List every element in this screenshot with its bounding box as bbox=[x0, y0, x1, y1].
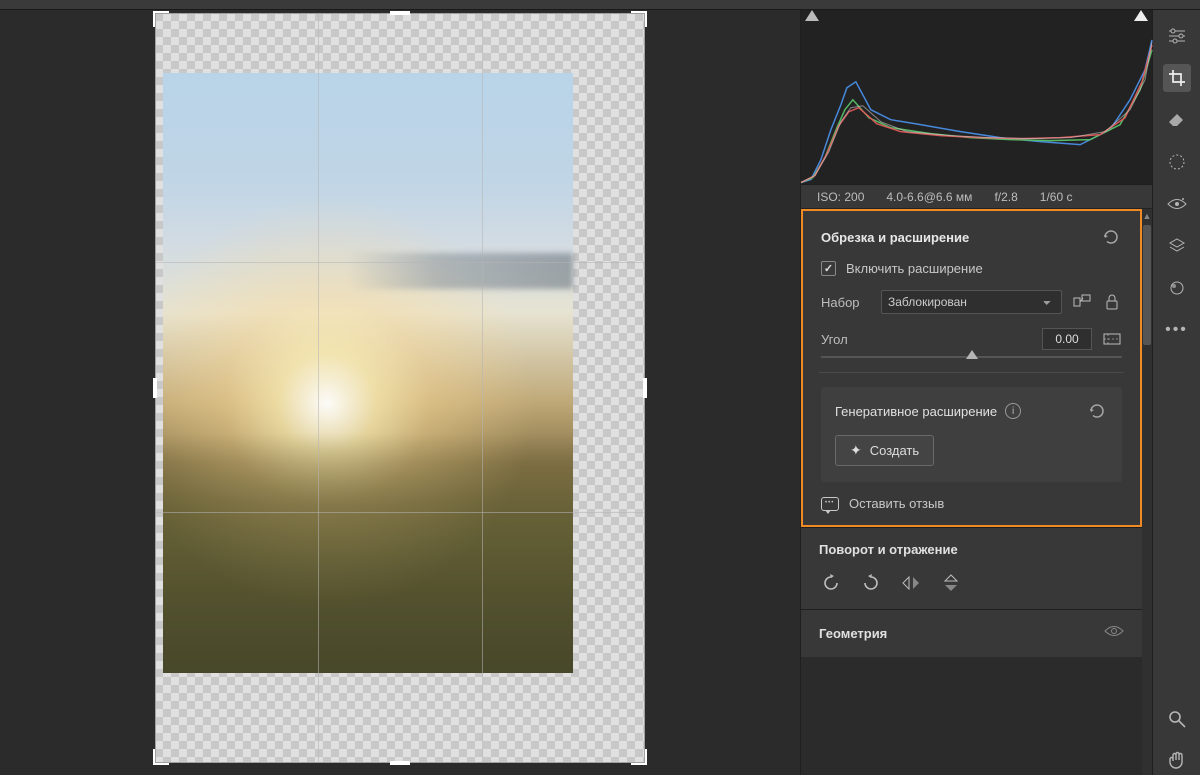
eraser-icon[interactable] bbox=[1163, 106, 1191, 134]
reset-generative-icon[interactable] bbox=[1088, 401, 1108, 421]
geometry-panel-title: Геометрия bbox=[819, 626, 887, 641]
crop-handle-bottom[interactable] bbox=[390, 761, 410, 765]
tool-column: ••• bbox=[1152, 10, 1200, 775]
crop-tool-icon[interactable] bbox=[1163, 64, 1191, 92]
sliders-icon[interactable] bbox=[1163, 22, 1191, 50]
feedback-link[interactable]: ••• Оставить отзыв bbox=[821, 496, 1122, 511]
scrollbar-track[interactable]: ▲ bbox=[1142, 209, 1152, 775]
angle-label: Угол bbox=[821, 332, 871, 347]
red-eye-icon[interactable] bbox=[1163, 190, 1191, 218]
scrollbar-thumb[interactable] bbox=[1143, 225, 1151, 345]
reset-crop-icon[interactable] bbox=[1102, 227, 1122, 247]
exif-shutter: 1/60 c bbox=[1040, 190, 1073, 204]
geometry-panel[interactable]: Геометрия bbox=[801, 609, 1142, 657]
panel-column: ISO: 200 4.0-6.6@6.6 мм f/2.8 1/60 c ▲ О… bbox=[800, 10, 1152, 775]
main: ISO: 200 4.0-6.6@6.6 мм f/2.8 1/60 c ▲ О… bbox=[0, 10, 1200, 775]
generate-button-label: Создать bbox=[870, 443, 919, 458]
angle-slider[interactable] bbox=[821, 350, 1122, 364]
histogram[interactable] bbox=[801, 10, 1152, 185]
straighten-icon[interactable] bbox=[1102, 329, 1122, 349]
crop-handle-left[interactable] bbox=[153, 378, 157, 398]
enable-expand-checkbox[interactable] bbox=[821, 261, 836, 276]
rotate-panel-title: Поворот и отражение bbox=[819, 542, 958, 557]
more-icon[interactable]: ••• bbox=[1163, 316, 1191, 344]
crop-handle-top-left[interactable] bbox=[153, 11, 169, 27]
right-column: ISO: 200 4.0-6.6@6.6 мм f/2.8 1/60 c ▲ О… bbox=[800, 10, 1200, 775]
crop-expand-panel: Обрезка и расширение Включить расширение… bbox=[801, 209, 1142, 527]
scrollbar-up-icon[interactable]: ▲ bbox=[1142, 209, 1152, 223]
crop-handle-bottom-right[interactable] bbox=[631, 749, 647, 765]
crop-panel-title: Обрезка и расширение bbox=[821, 230, 1092, 245]
hand-icon[interactable] bbox=[1163, 747, 1191, 775]
angle-input[interactable] bbox=[1042, 328, 1092, 350]
enable-expand-label: Включить расширение bbox=[846, 261, 983, 276]
generative-title: Генеративное расширение bbox=[835, 404, 997, 419]
rotate-ccw-icon[interactable] bbox=[819, 571, 843, 595]
presets-icon[interactable] bbox=[1163, 274, 1191, 302]
exif-row: ISO: 200 4.0-6.6@6.6 мм f/2.8 1/60 c bbox=[801, 185, 1152, 209]
speech-bubble-icon: ••• bbox=[821, 497, 839, 511]
exif-aperture: f/2.8 bbox=[994, 190, 1017, 204]
crop-handle-bottom-left[interactable] bbox=[153, 749, 169, 765]
canvas-area[interactable] bbox=[0, 10, 800, 775]
generative-expand-box: Генеративное расширение i ✦ Создать bbox=[821, 387, 1122, 482]
crop-border bbox=[155, 13, 645, 763]
flip-vertical-icon[interactable] bbox=[939, 571, 963, 595]
visibility-icon[interactable] bbox=[1104, 624, 1124, 643]
separator bbox=[819, 372, 1124, 373]
exif-focal: 4.0-6.6@6.6 мм bbox=[886, 190, 972, 204]
lock-icon[interactable] bbox=[1102, 292, 1122, 312]
feedback-label: Оставить отзыв bbox=[849, 496, 944, 511]
top-bar bbox=[0, 0, 1200, 10]
generate-button[interactable]: ✦ Создать bbox=[835, 435, 934, 466]
rotate-cw-icon[interactable] bbox=[859, 571, 883, 595]
info-icon[interactable]: i bbox=[1005, 403, 1021, 419]
layers-icon[interactable] bbox=[1163, 232, 1191, 260]
crop-frame[interactable] bbox=[155, 13, 645, 763]
zoom-icon[interactable] bbox=[1163, 705, 1191, 733]
crop-handle-top-right[interactable] bbox=[631, 11, 647, 27]
preset-select[interactable]: Заблокирован bbox=[881, 290, 1062, 314]
crop-handle-right[interactable] bbox=[643, 378, 647, 398]
panel-scroll-area: ▲ Обрезка и расширение Включить расширен… bbox=[801, 209, 1152, 775]
sparkle-icon: ✦ bbox=[850, 442, 862, 459]
crop-handle-top[interactable] bbox=[390, 11, 410, 15]
flip-horizontal-icon[interactable] bbox=[899, 571, 923, 595]
radial-icon[interactable] bbox=[1163, 148, 1191, 176]
preset-label: Набор bbox=[821, 295, 871, 310]
rotate-flip-panel: Поворот и отражение bbox=[801, 527, 1142, 609]
swap-orientation-icon[interactable] bbox=[1072, 292, 1092, 312]
exif-iso: ISO: 200 bbox=[817, 190, 864, 204]
